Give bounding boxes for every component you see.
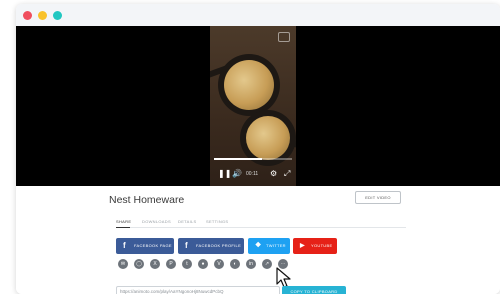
edit-video-button[interactable]: EDIT VIDEO bbox=[355, 191, 401, 204]
youtube-label: YOUTUBE bbox=[311, 243, 333, 248]
food-top bbox=[224, 60, 274, 110]
facebook-profile-label: FACEBOOK PROFILE bbox=[196, 243, 242, 248]
watermark-icon bbox=[278, 32, 290, 42]
instagram-icon[interactable]: ◯ bbox=[134, 259, 144, 269]
active-tab-indicator bbox=[116, 227, 130, 228]
facebook-icon: f bbox=[185, 241, 188, 250]
video-frame bbox=[210, 26, 296, 186]
tab-share[interactable]: SHARE bbox=[116, 219, 131, 224]
progress-fill bbox=[214, 158, 263, 160]
twitter-bird-icon: ❖ bbox=[255, 242, 262, 249]
twitter-label: TWITTER bbox=[266, 243, 286, 248]
twitter-button[interactable]: ❖ TWITTER bbox=[248, 238, 290, 254]
other-icon[interactable]: ◐ bbox=[230, 259, 240, 269]
facebook-profile-button[interactable]: f FACEBOOK PROFILE bbox=[178, 238, 244, 254]
title-bar bbox=[16, 4, 500, 26]
share-icon[interactable]: ↗ bbox=[262, 259, 272, 269]
facebook-page-button[interactable]: f FACEBOOK PAGE bbox=[116, 238, 174, 254]
volume-icon[interactable]: 🔊 bbox=[232, 168, 242, 180]
facebook-page-label: FACEBOOK PAGE bbox=[134, 243, 172, 248]
x-icon[interactable]: X bbox=[150, 259, 160, 269]
player-controls: ❚❚ 🔊 00:11 ⚙ ⤢ bbox=[214, 168, 294, 180]
tab-bar: SHARE DOWNLOADS DETAILS SETTINGS bbox=[116, 218, 406, 228]
time-display: 00:11 bbox=[246, 171, 259, 177]
video-details: Nest Homeware EDIT VIDEO SHARE DOWNLOADS… bbox=[16, 186, 500, 294]
video-player[interactable]: ❚❚ 🔊 00:11 ⚙ ⤢ bbox=[16, 26, 500, 186]
youtube-play-icon: ▶ bbox=[300, 243, 305, 249]
maximize-window-button[interactable] bbox=[53, 11, 62, 20]
app-window: ❚❚ 🔊 00:11 ⚙ ⤢ Nest Homeware EDIT VIDEO … bbox=[16, 4, 500, 294]
pause-icon[interactable]: ❚❚ bbox=[218, 168, 231, 180]
tab-details[interactable]: DETAILS bbox=[178, 219, 196, 224]
settings-icon[interactable]: ⚙ bbox=[270, 168, 277, 180]
food-bottom bbox=[246, 116, 290, 160]
copy-to-clipboard-button[interactable]: COPY TO CLIPBOARD bbox=[282, 286, 346, 294]
reddit-icon[interactable]: ● bbox=[198, 259, 208, 269]
tab-downloads[interactable]: DOWNLOADS bbox=[142, 219, 171, 224]
tumblr-icon[interactable]: t bbox=[182, 259, 192, 269]
facebook-icon: f bbox=[123, 241, 126, 250]
minimize-window-button[interactable] bbox=[38, 11, 47, 20]
video-title: Nest Homeware bbox=[109, 194, 185, 206]
progress-bar[interactable] bbox=[214, 158, 292, 160]
close-window-button[interactable] bbox=[23, 11, 32, 20]
share-link-field[interactable]: https://animoto.com/play/AaYNgonoHj8Nuwc… bbox=[116, 286, 280, 294]
youtube-button[interactable]: ▶ YOUTUBE bbox=[293, 238, 337, 254]
tab-settings[interactable]: SETTINGS bbox=[206, 219, 228, 224]
fullscreen-icon[interactable]: ⤢ bbox=[284, 168, 290, 180]
pinterest-icon[interactable]: P bbox=[166, 259, 176, 269]
linkedin-icon[interactable]: in bbox=[246, 259, 256, 269]
email-icon[interactable]: ✉ bbox=[118, 259, 128, 269]
vimeo-icon[interactable]: V bbox=[214, 259, 224, 269]
